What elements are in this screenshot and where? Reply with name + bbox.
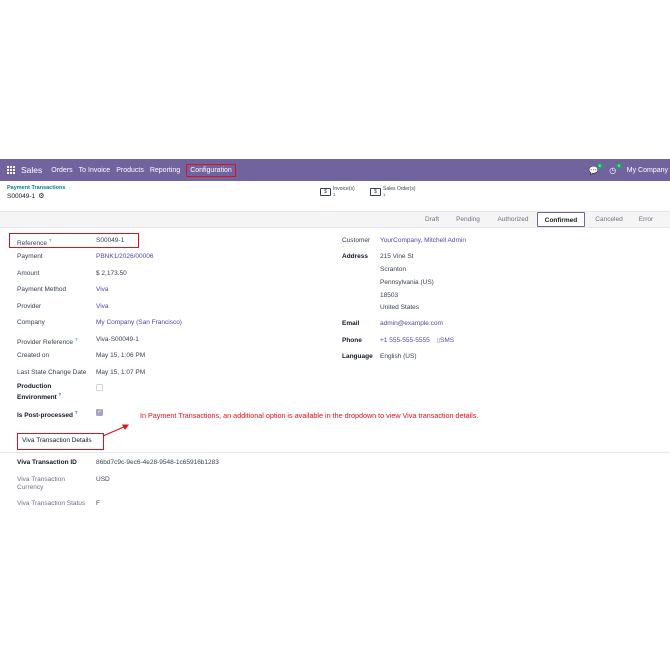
stage-confirmed[interactable]: Confirmed <box>537 212 585 227</box>
stage-canceled[interactable]: Canceled <box>590 212 628 227</box>
stage-draft[interactable]: Draft <box>419 212 445 227</box>
production-environment-label: Production Environment ? <box>17 383 62 402</box>
payment-label: Payment <box>17 253 43 260</box>
chat-badge: 6 <box>596 162 603 169</box>
address-line-3: Pennsylvania (US) <box>380 279 434 286</box>
viva-transaction-id-label: Viva Transaction ID <box>17 459 77 466</box>
viva-status-value: F <box>96 500 100 507</box>
payment-link[interactable]: PBNK1/2026/00006 <box>96 253 153 261</box>
company-switcher[interactable]: My Company <box>627 167 668 174</box>
menu-to-invoice[interactable]: To Invoice <box>79 167 111 174</box>
top-navbar: Sales Orders To Invoice Products Reporti… <box>0 159 670 181</box>
annotation-arrow-icon <box>102 424 129 437</box>
reference-field[interactable]: S00049-1 <box>96 237 124 245</box>
sms-button[interactable]: ▯SMS <box>437 337 454 345</box>
breadcrumb-parent[interactable]: Payment Transactions <box>7 185 65 191</box>
provider-reference-label: Provider Reference ? <box>17 337 78 347</box>
production-environment-checkbox[interactable] <box>96 384 103 391</box>
address-line-1: 215 Vine St <box>380 253 414 260</box>
viva-currency-label: Viva Transaction Currency <box>17 476 65 491</box>
customer-link[interactable]: YourCompany, Mitchell Admin <box>380 237 466 245</box>
activity-badge: 9 <box>615 162 622 169</box>
address-line-5: United States <box>380 304 420 311</box>
chat-icon[interactable]: 💬 6 <box>589 162 603 175</box>
reference-label: Reference ? <box>17 238 52 248</box>
company-link[interactable]: My Company (San Francisco) <box>96 319 182 327</box>
status-bar: Draft Pending Authorized Confirmed Cance… <box>0 211 670 228</box>
address-label: Address <box>342 253 369 260</box>
amount-label: Amount <box>17 270 40 277</box>
address-line-4: 18503 <box>380 292 399 299</box>
apps-grid-icon[interactable] <box>7 165 16 175</box>
payment-method-label: Payment Method <box>17 286 67 293</box>
viva-currency-value: USD <box>96 476 110 483</box>
breadcrumb: S00049-1 ⚙ <box>7 192 44 201</box>
menu-reporting[interactable]: Reporting <box>150 167 180 174</box>
provider-label: Provider <box>17 303 42 310</box>
phone-label: Phone <box>342 337 362 344</box>
sales-order-icon: $ <box>370 187 381 196</box>
provider-link[interactable]: Viva <box>96 303 109 311</box>
invoices-smart-button[interactable]: $ Invoice(s) 1 <box>320 184 355 199</box>
language-value: English (US) <box>380 353 417 360</box>
sales-order-label: Sales Order(s) <box>383 186 416 192</box>
provider-reference-value: Viva-S00049-1 <box>96 336 139 343</box>
company-label: Company <box>17 319 45 326</box>
invoice-icon: $ <box>320 187 331 196</box>
stage-error[interactable]: Error <box>633 212 659 227</box>
created-on-label: Created on <box>17 352 50 359</box>
breadcrumb-record: S00049-1 <box>7 192 36 200</box>
last-state-change-value: May 15, 1:07 PM <box>96 369 146 376</box>
menu-orders[interactable]: Orders <box>51 167 72 174</box>
invoice-label: Invoice(s) <box>333 186 355 192</box>
menu-products[interactable]: Products <box>116 167 144 174</box>
invoice-count: 1 <box>333 192 336 197</box>
tab-divider <box>0 452 670 453</box>
payment-method-link[interactable]: Viva <box>96 286 109 294</box>
last-state-change-label: Last State Change Date <box>17 369 87 376</box>
payment-transaction-form: Sales Orders To Invoice Products Reporti… <box>0 159 670 511</box>
amount-value: $ 2,173.50 <box>96 270 127 277</box>
activity-clock-icon[interactable]: ◷ 9 <box>608 162 622 175</box>
email-label: Email <box>342 320 360 327</box>
viva-status-label: Viva Transaction Status <box>17 500 86 507</box>
app-brand[interactable]: Sales <box>21 165 42 175</box>
menu-configuration[interactable]: Configuration <box>186 163 236 177</box>
stage-authorized[interactable]: Authorized <box>492 212 534 227</box>
phone-link[interactable]: +1 555-555-5555 <box>380 337 430 345</box>
post-processed-checkbox[interactable]: ✓ <box>96 409 103 416</box>
sales-order-count: 1 <box>383 192 386 197</box>
sales-orders-smart-button[interactable]: $ Sales Order(s) 1 <box>370 184 416 199</box>
post-processed-label: Is Post-processed ? <box>17 410 78 420</box>
control-panel: Payment Transactions S00049-1 ⚙ $ Invoic… <box>0 181 670 207</box>
tab-viva-transaction-details[interactable]: Viva Transaction Details <box>22 437 92 444</box>
customer-label: Customer <box>342 237 371 244</box>
created-on-value: May 15, 1:06 PM <box>96 352 146 359</box>
language-label: Language <box>342 353 373 360</box>
viva-transaction-id-value: 86bd7c9c-9ec6-4e28-9548-1c65916b1283 <box>96 459 219 466</box>
gear-icon[interactable]: ⚙ <box>38 192 44 200</box>
email-link[interactable]: admin@example.com <box>380 320 443 328</box>
address-line-2: Scranton <box>380 266 407 273</box>
stage-pending[interactable]: Pending <box>451 212 485 227</box>
annotation-text: In Payment Transactions, an additional o… <box>140 411 479 420</box>
